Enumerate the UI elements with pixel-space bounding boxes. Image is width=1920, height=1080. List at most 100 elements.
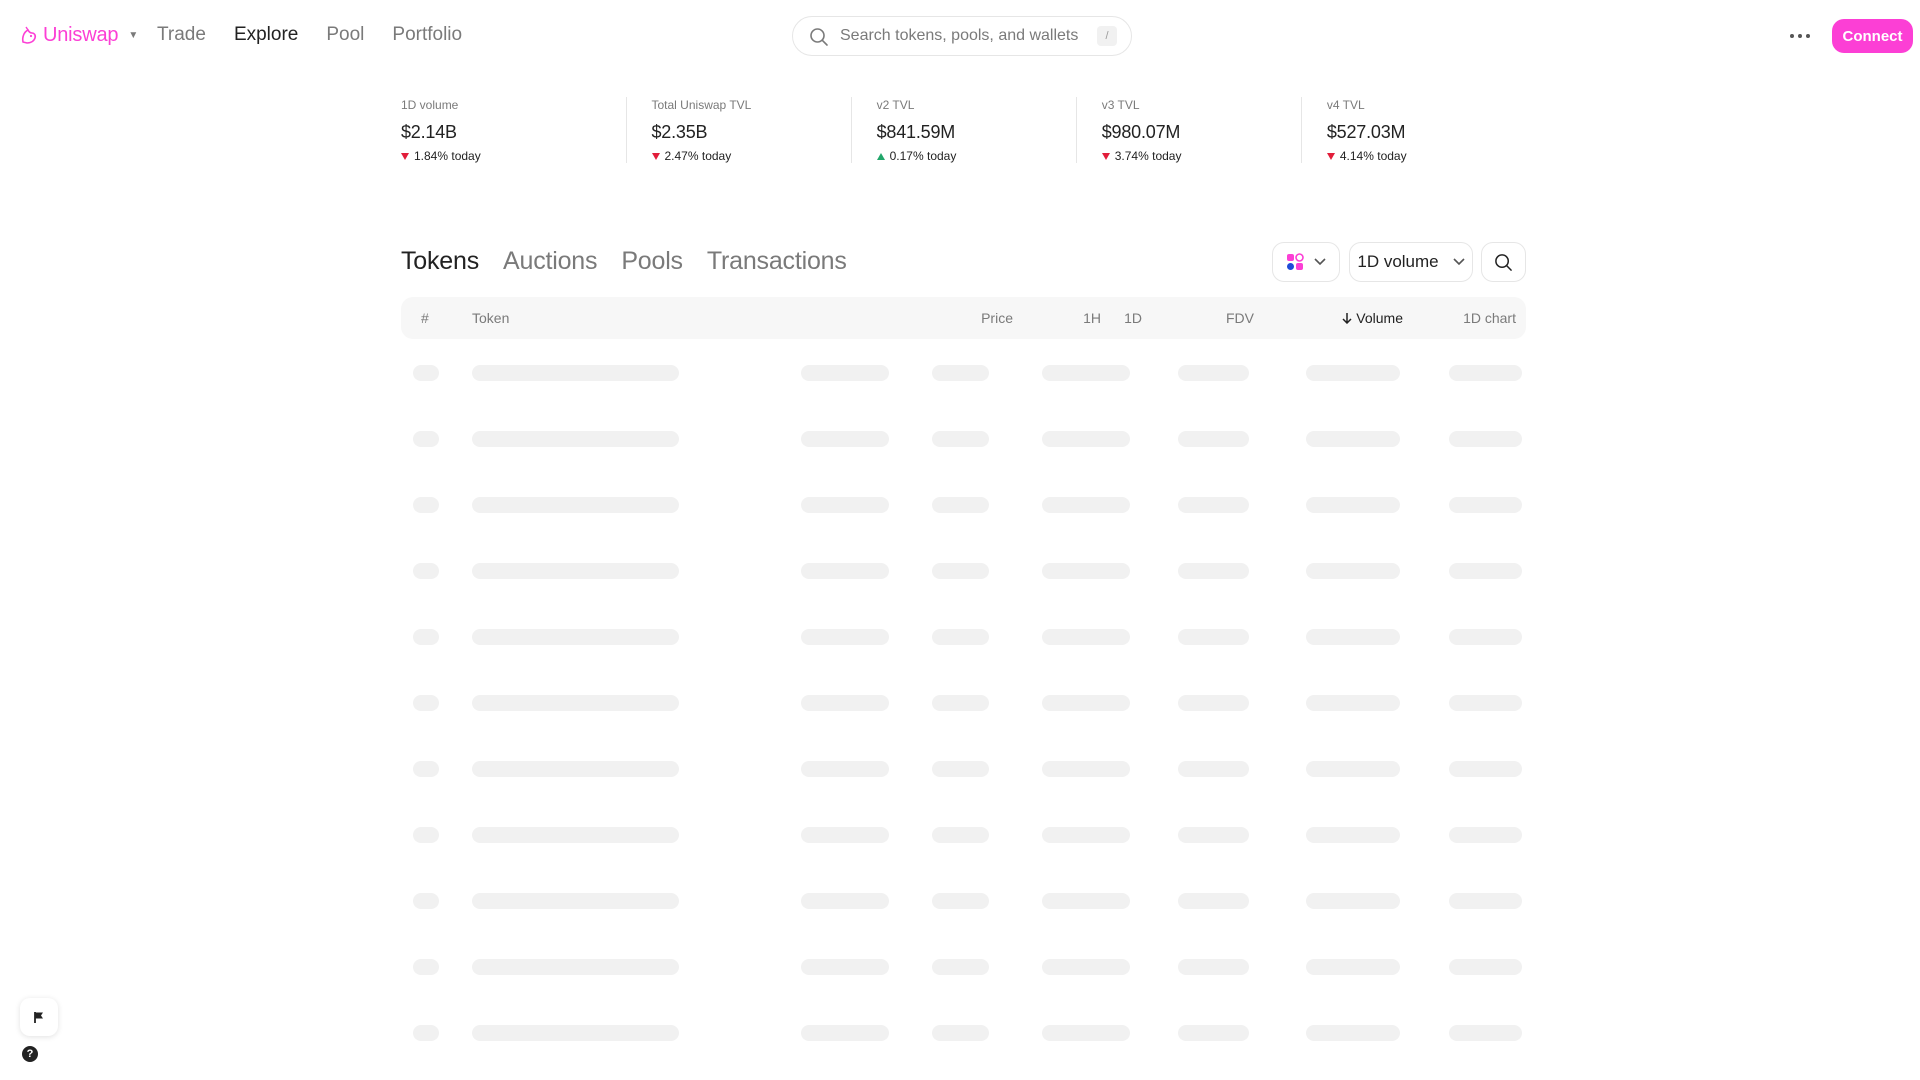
more-options-button[interactable] [1782, 20, 1818, 52]
loading-skeleton [413, 827, 439, 843]
search-icon [1495, 253, 1512, 271]
stat-label: 1D volume [401, 98, 459, 112]
loading-skeleton [1306, 1025, 1400, 1041]
stat-change-text: 4.14% today [1339, 149, 1407, 163]
nav-pool[interactable]: Pool [326, 24, 364, 46]
column-1d-chart: 1D chart [1463, 310, 1516, 326]
network-filter-button[interactable] [1272, 242, 1340, 282]
search-input[interactable] [840, 17, 1090, 55]
table-row [401, 736, 1526, 802]
loading-skeleton [472, 827, 679, 843]
triangle-down-icon [401, 152, 409, 160]
stat-label: v4 TVL [1326, 98, 1365, 112]
arrow-down-icon [1342, 313, 1352, 324]
column-1d[interactable]: 1D [1124, 310, 1142, 326]
help-button[interactable]: ? [22, 1046, 38, 1062]
stat-change-text: 3.74% today [1114, 149, 1182, 163]
loading-skeleton [413, 563, 439, 579]
loading-skeleton [1042, 959, 1130, 975]
loading-skeleton [472, 1025, 679, 1041]
table-row [401, 340, 1526, 406]
column-token[interactable]: Token [472, 310, 509, 326]
feedback-button[interactable] [20, 998, 58, 1036]
loading-skeleton [801, 431, 889, 447]
explore-tabs: Tokens Auctions Pools Transactions [401, 247, 847, 276]
loading-skeleton [1449, 629, 1522, 645]
column-price[interactable]: Price [981, 310, 1013, 326]
loading-skeleton [801, 827, 889, 843]
loading-skeleton [1449, 497, 1522, 513]
stat-change: 0.17% today [876, 149, 1076, 163]
loading-skeleton [413, 629, 439, 645]
loading-skeleton [932, 629, 989, 645]
triangle-down-icon [1326, 152, 1335, 160]
chevron-down-icon[interactable]: ▼ [128, 30, 138, 41]
stat-change: 1.84% today [401, 149, 626, 163]
loading-skeleton [1449, 1025, 1522, 1041]
loading-skeleton [1042, 761, 1130, 777]
loading-skeleton [413, 761, 439, 777]
loading-skeleton [1042, 431, 1130, 447]
tab-transactions[interactable]: Transactions [707, 247, 847, 276]
stat-block: 1D volume $2.14B 1.84% today [401, 97, 626, 163]
nav-explore[interactable]: Explore [234, 24, 298, 46]
nav-portfolio[interactable]: Portfolio [392, 24, 462, 46]
table-row [401, 868, 1526, 934]
tab-auctions[interactable]: Auctions [503, 247, 597, 276]
loading-skeleton [801, 959, 889, 975]
stat-block: v4 TVL $527.03M 4.14% today [1300, 97, 1526, 163]
column-rank: # [421, 310, 429, 326]
loading-skeleton [801, 761, 889, 777]
loading-skeleton [472, 695, 679, 711]
loading-skeleton [413, 365, 439, 381]
loading-skeleton [472, 431, 679, 447]
loading-skeleton [472, 497, 679, 513]
loading-skeleton [932, 761, 989, 777]
column-volume-sorted[interactable]: Volume [1341, 310, 1403, 326]
loading-skeleton [1306, 695, 1400, 711]
table-row [401, 406, 1526, 472]
loading-skeleton [1178, 695, 1249, 711]
tab-pools[interactable]: Pools [621, 247, 683, 276]
triangle-up-icon [876, 152, 885, 160]
loading-skeleton [472, 959, 679, 975]
loading-skeleton [1449, 827, 1522, 843]
tab-tokens[interactable]: Tokens [401, 247, 479, 276]
loading-skeleton [1306, 365, 1400, 381]
nav-trade[interactable]: Trade [157, 24, 206, 46]
loading-skeleton [413, 431, 439, 447]
loading-skeleton [1449, 431, 1522, 447]
loading-skeleton [932, 563, 989, 579]
column-fdv[interactable]: FDV [1226, 310, 1254, 326]
app-name: Uniswap [43, 24, 119, 46]
table-row [401, 670, 1526, 736]
column-1h[interactable]: 1H [1083, 310, 1101, 326]
uniswap-logo[interactable]: Uniswap ▼ [19, 24, 138, 47]
volume-timeframe-select[interactable]: 1D volume [1349, 242, 1473, 282]
flag-icon [34, 1011, 43, 1023]
loading-skeleton [1042, 365, 1130, 381]
loading-skeleton [472, 761, 679, 777]
loading-skeleton [1042, 497, 1130, 513]
loading-skeleton [1306, 761, 1400, 777]
loading-skeleton [932, 365, 989, 381]
table-row [401, 472, 1526, 538]
loading-skeleton [1178, 365, 1249, 381]
loading-skeleton [1042, 1025, 1130, 1041]
global-search[interactable]: / [792, 16, 1132, 56]
loading-skeleton [1306, 431, 1400, 447]
loading-skeleton [472, 365, 679, 381]
dot-icon [1806, 34, 1810, 38]
connect-button[interactable]: Connect [1832, 19, 1913, 53]
table-row [401, 604, 1526, 670]
stat-change-text: 2.47% today [664, 149, 732, 163]
table-search-button[interactable] [1481, 242, 1526, 282]
loading-skeleton [413, 1025, 439, 1041]
loading-skeleton [932, 497, 989, 513]
chevron-down-icon [1314, 258, 1326, 266]
loading-skeleton [1178, 827, 1249, 843]
loading-skeleton [932, 1025, 989, 1041]
loading-skeleton [1306, 629, 1400, 645]
table-row [401, 934, 1526, 1000]
loading-skeleton [1306, 497, 1400, 513]
